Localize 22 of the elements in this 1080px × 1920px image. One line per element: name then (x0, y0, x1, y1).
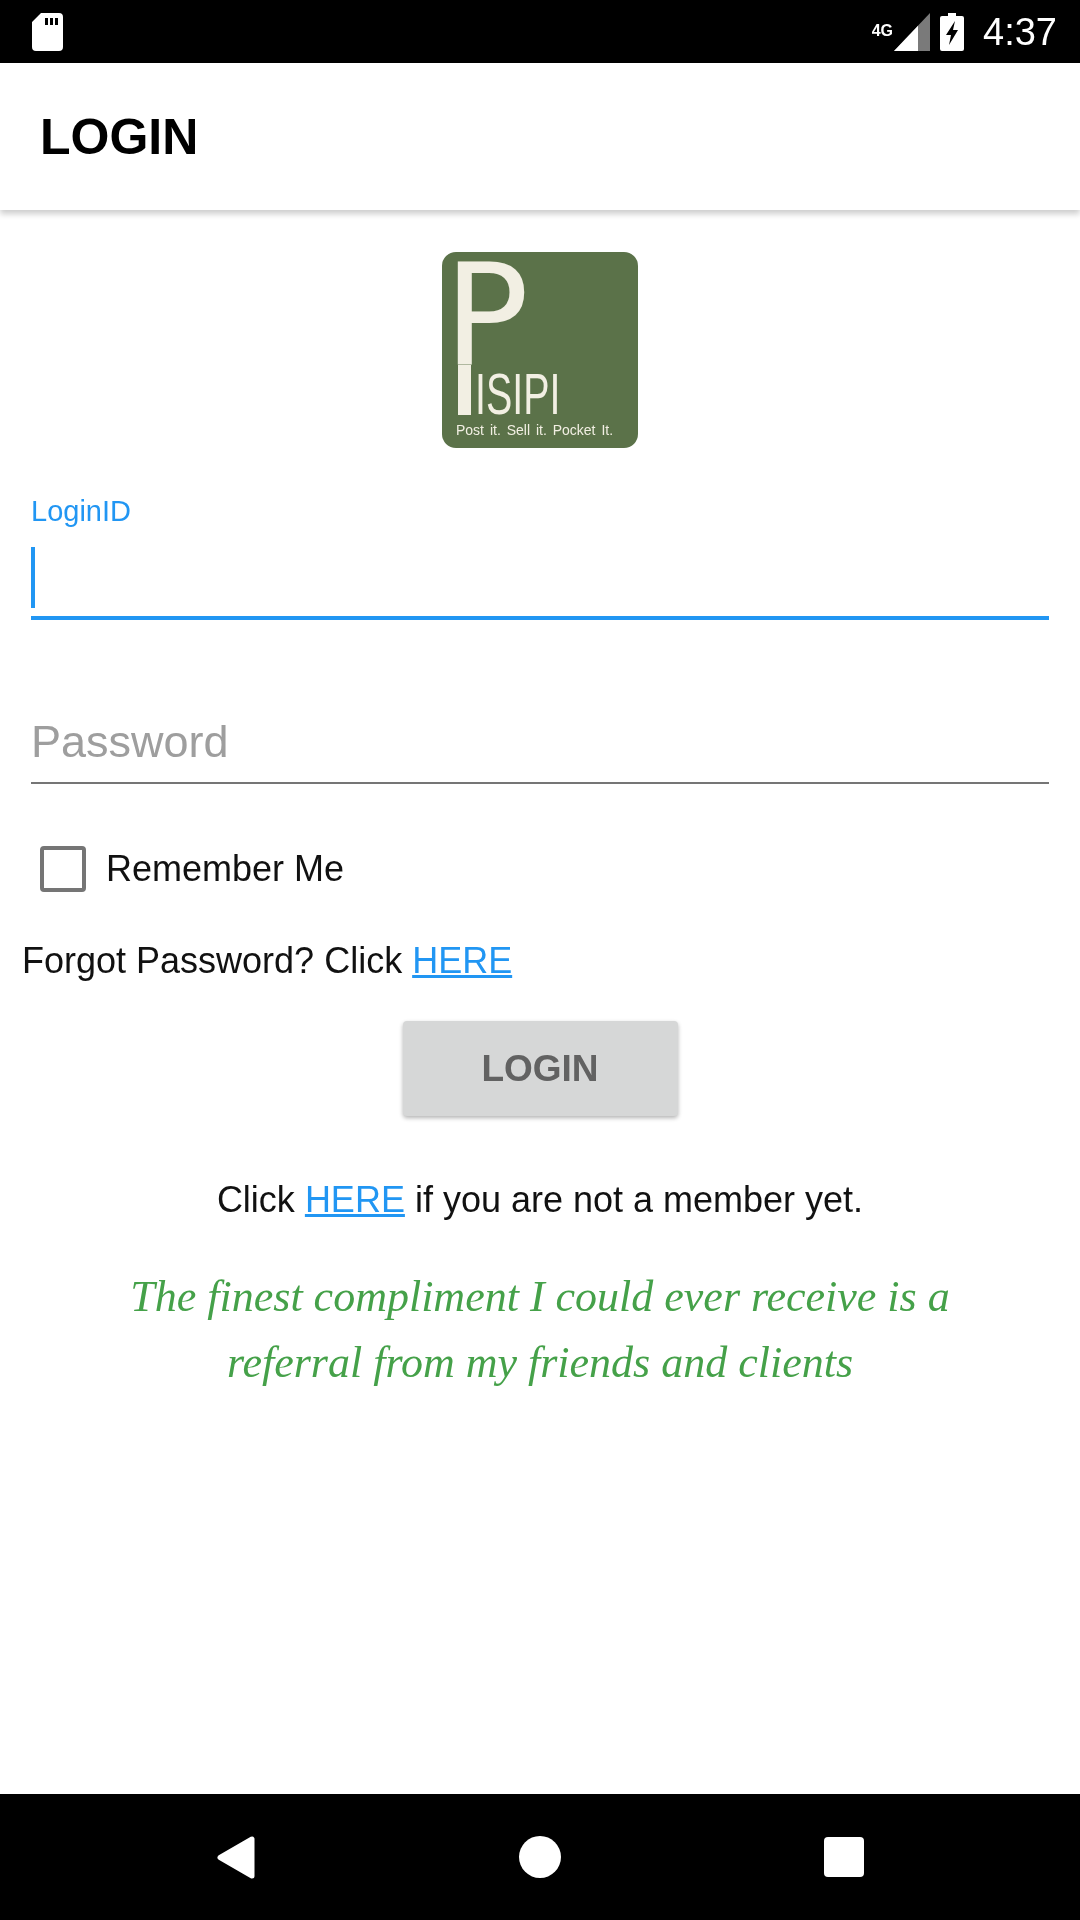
back-icon[interactable] (217, 1835, 255, 1879)
battery-charging-icon (940, 12, 965, 51)
field-label: LoginID (31, 494, 131, 528)
signal-icon (894, 12, 931, 51)
signup-link[interactable]: HERE (304, 1179, 405, 1220)
forgot-password-prompt: Forgot Password? Click HERE (22, 939, 513, 983)
screen-title: LOGIN (40, 107, 199, 166)
login-button[interactable]: LOGIN (402, 1021, 678, 1116)
password-field[interactable]: Password (31, 692, 1049, 784)
logo-tagline: Post it. Sell it. Pocket It. (456, 422, 614, 439)
logo-wordmark: ISIPI (458, 364, 565, 416)
quote-text: The finest compliment I could ever receive is a referral from my friends and clients (129, 1271, 951, 1389)
home-icon[interactable] (519, 1836, 561, 1878)
remember-me-checkbox[interactable] (40, 846, 86, 892)
text-cursor-icon (31, 547, 35, 608)
status-time: 4:37 (983, 9, 1057, 54)
sd-card-icon (32, 12, 63, 51)
forgot-password-link[interactable]: HERE (412, 940, 513, 981)
network-type-label: 4G (871, 22, 894, 39)
signup-prompt: Click HERE if you are not a member yet. (216, 1178, 864, 1222)
remember-me-label[interactable]: Remember Me (106, 847, 345, 891)
logo-letter: P (444, 261, 530, 365)
